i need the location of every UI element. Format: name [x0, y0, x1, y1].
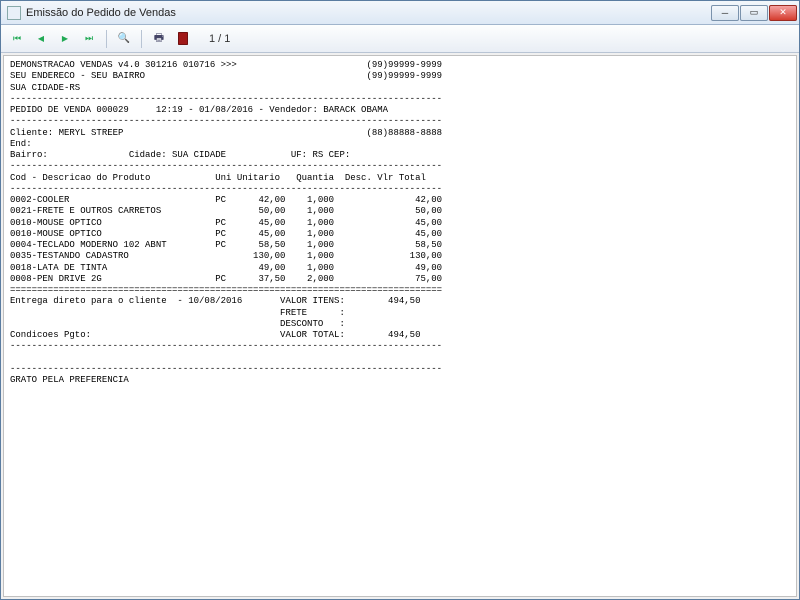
last-page-button[interactable]: [79, 29, 99, 49]
prev-page-button[interactable]: [31, 29, 51, 49]
first-page-button[interactable]: [7, 29, 27, 49]
app-icon: [7, 6, 21, 20]
report-viewport[interactable]: DEMONSTRACAO VENDAS v4.0 301216 010716 >…: [3, 55, 797, 597]
maximize-button[interactable]: ▭: [740, 5, 768, 21]
toolbar-separator: [106, 30, 107, 48]
report-body: DEMONSTRACAO VENDAS v4.0 301216 010716 >…: [4, 56, 796, 390]
content-area: DEMONSTRACAO VENDAS v4.0 301216 010716 >…: [1, 53, 799, 599]
window-title: Emissão do Pedido de Vendas: [26, 7, 710, 19]
titlebar: Emissão do Pedido de Vendas ─ ▭ ✕: [1, 1, 799, 25]
minimize-button[interactable]: ─: [711, 5, 739, 21]
zoom-button[interactable]: [114, 29, 134, 49]
toolbar-separator: [141, 30, 142, 48]
app-window: Emissão do Pedido de Vendas ─ ▭ ✕ 1 / 1 …: [0, 0, 800, 600]
print-button[interactable]: [149, 29, 169, 49]
close-button[interactable]: ✕: [769, 5, 797, 21]
page-indicator: 1 / 1: [209, 33, 230, 45]
exit-icon: [178, 32, 188, 45]
exit-button[interactable]: [173, 29, 193, 49]
next-page-button[interactable]: [55, 29, 75, 49]
toolbar: 1 / 1: [1, 25, 799, 53]
